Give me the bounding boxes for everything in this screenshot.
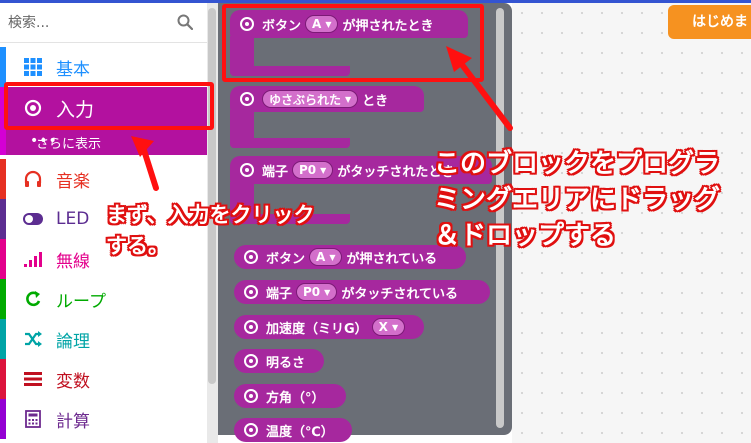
signal-icon	[22, 248, 44, 270]
category-more[interactable]: ••• さらに表示	[0, 129, 207, 155]
gesture-dropdown[interactable]: ゆさぶられた ▼	[262, 90, 359, 108]
axis-dropdown[interactable]: X ▼	[371, 318, 406, 336]
editor-root: 基本 入力 ••• さらに表示 音楽 LED	[0, 0, 751, 443]
chevron-down-icon: ▼	[324, 287, 331, 297]
block-light-level[interactable]: 明るさ	[234, 349, 324, 373]
dropdown-value: ゆさぶられた	[269, 92, 342, 107]
block-compass-heading[interactable]: 方角（°）	[234, 384, 346, 408]
pin-dropdown[interactable]: P0 ▼	[296, 283, 338, 301]
gear-icon	[244, 423, 258, 437]
grid-icon	[22, 56, 44, 78]
pin-dropdown[interactable]: P0 ▼	[292, 161, 334, 179]
block-text: が押されている	[346, 251, 438, 267]
dropdown-value: P0	[303, 285, 321, 299]
category-label: LED	[56, 209, 90, 229]
category-label: 基本	[56, 59, 90, 80]
chevron-down-icon: ▼	[320, 165, 327, 175]
gear-icon	[244, 354, 258, 368]
chevron-down-icon: ▼	[345, 94, 352, 104]
getting-started-button[interactable]: はじめま	[668, 5, 751, 39]
category-math[interactable]: 計算	[0, 399, 207, 439]
highlight-button-block	[222, 4, 484, 82]
block-text: 端子	[266, 286, 293, 302]
chevron-down-icon: ▼	[329, 252, 336, 262]
loop-icon	[22, 288, 44, 310]
chevron-down-icon: ▼	[391, 322, 399, 332]
block-acceleration[interactable]: 加速度（ミリG） X ▼	[234, 315, 424, 339]
category-label: 計算	[56, 411, 90, 432]
list-icon	[22, 368, 44, 390]
block-text: 明るさ	[266, 355, 306, 371]
block-pin-is-touched[interactable]: 端子 P0 ▼ がタッチされている	[234, 280, 490, 304]
highlight-input-category	[4, 82, 214, 130]
toolbox-search	[0, 3, 207, 43]
block-text: 端子	[262, 164, 289, 180]
block-text: 加速度（ミリG）	[266, 321, 368, 337]
category-variables[interactable]: 変数	[0, 359, 207, 399]
search-input[interactable]	[8, 11, 168, 35]
block-temperature[interactable]: 温度（℃）	[234, 418, 352, 442]
category-label: ループ	[56, 291, 106, 312]
category-basic[interactable]: 基本	[0, 47, 207, 87]
category-label: 論理	[56, 331, 90, 352]
annotation-click-input: まず、入力をクリックする。	[106, 203, 315, 258]
category-loops[interactable]: ループ	[0, 279, 207, 319]
gear-icon	[240, 92, 254, 106]
block-foot	[230, 138, 350, 148]
dropdown-value: X	[378, 320, 388, 334]
block-mouth	[230, 110, 254, 140]
shuffle-icon	[22, 328, 44, 350]
category-logic[interactable]: 論理	[0, 319, 207, 359]
gear-icon	[244, 389, 258, 403]
search-icon[interactable]	[177, 14, 193, 30]
toggle-icon	[22, 208, 44, 230]
more-icon: •••	[30, 133, 58, 149]
category-label: 無線	[56, 251, 90, 272]
headphones-icon	[22, 168, 44, 190]
annotation-drag-block: このブロックをプログラミングエリアにドラッグ＆ドロップする	[434, 149, 721, 251]
block-text: 温度（℃）	[266, 424, 334, 440]
gear-icon	[244, 285, 258, 299]
category-label: 音楽	[56, 171, 90, 192]
gear-icon	[240, 163, 254, 177]
block-text: 方角（°）	[266, 390, 325, 406]
sidebar-scrollbar[interactable]	[208, 8, 216, 384]
category-label: 変数	[56, 371, 90, 392]
gear-icon	[244, 320, 258, 334]
calculator-icon	[22, 408, 44, 430]
block-on-shake[interactable]: ゆさぶられた ▼ とき	[230, 86, 424, 112]
category-music[interactable]: 音楽	[0, 159, 207, 199]
dropdown-value: P0	[299, 163, 317, 177]
block-text: とき	[362, 93, 389, 109]
block-text: がタッチされている	[341, 286, 458, 302]
